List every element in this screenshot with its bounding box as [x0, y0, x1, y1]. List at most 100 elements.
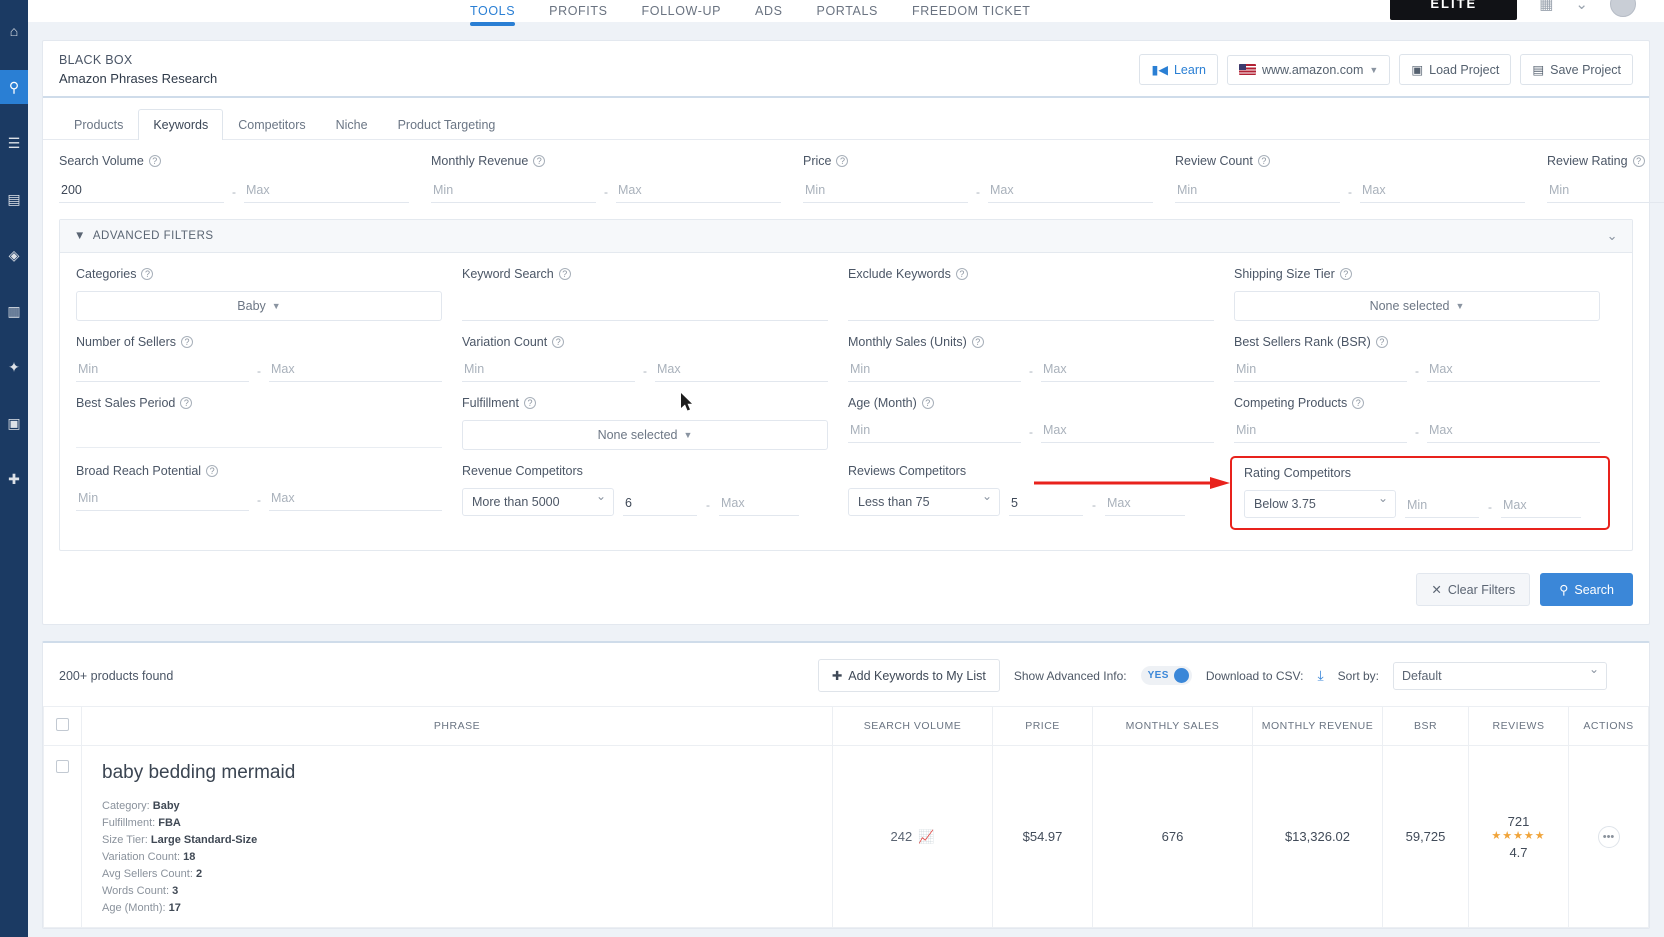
save-project-button[interactable]: ▤ Save Project [1520, 54, 1633, 85]
top-nav-item-profits[interactable]: PROFITS [549, 4, 607, 22]
price-max-input[interactable] [988, 180, 1153, 203]
help-icon[interactable]: ? [922, 397, 934, 409]
number-of-sellers-min-input[interactable] [76, 359, 249, 382]
reviews-competitors-max-input[interactable] [1105, 493, 1185, 516]
monthly-revenue-max-input[interactable] [616, 180, 781, 203]
help-icon[interactable]: ? [1376, 336, 1388, 348]
review-count-max-input[interactable] [1360, 180, 1525, 203]
marketplace-selector[interactable]: www.amazon.com ▼ [1227, 55, 1390, 85]
sidebar-item-chart[interactable]: ▥ [0, 294, 28, 328]
learn-button[interactable]: ▮◀ Learn [1139, 54, 1217, 85]
column-monthly-revenue[interactable]: MONTHLY REVENUE [1253, 707, 1383, 746]
help-icon[interactable]: ? [956, 268, 968, 280]
revenue-competitors-min-input[interactable] [623, 493, 697, 516]
rating-competitors-min-input[interactable] [1405, 495, 1479, 518]
avatar[interactable] [1610, 0, 1636, 17]
price-min-input[interactable] [803, 180, 968, 203]
phrase-title[interactable]: baby bedding mermaid [102, 762, 824, 784]
column-search-volume[interactable]: SEARCH VOLUME [833, 707, 993, 746]
search-volume-max-input[interactable] [244, 180, 409, 203]
bell-icon[interactable]: ⌄ [1575, 0, 1588, 13]
competing-products-min-input[interactable] [1234, 420, 1407, 443]
help-icon[interactable]: ? [206, 465, 218, 477]
revenue-competitors-max-input[interactable] [719, 493, 799, 516]
sidebar-item-list[interactable]: ☰ [0, 126, 28, 160]
top-nav-item-portals[interactable]: PORTALS [817, 4, 878, 22]
review-count-min-input[interactable] [1175, 180, 1340, 203]
sidebar-item-tag[interactable]: ◈ [0, 238, 28, 272]
help-icon[interactable]: ? [533, 155, 545, 167]
variation-count-max-input[interactable] [655, 359, 828, 382]
monthly-sales-max-input[interactable] [1041, 359, 1214, 382]
tab-keywords[interactable]: Keywords [138, 109, 223, 140]
grid-icon[interactable]: ▦ [1539, 0, 1553, 13]
reviews-competitors-select[interactable]: Less than 75 [848, 488, 1000, 516]
revenue-competitors-select[interactable]: More than 5000 [462, 488, 614, 516]
help-icon[interactable]: ? [1340, 268, 1352, 280]
variation-count-min-input[interactable] [462, 359, 635, 382]
bsr-max-input[interactable] [1427, 359, 1600, 382]
help-icon[interactable]: ? [1633, 155, 1645, 167]
trend-chart-icon[interactable]: 📈 [918, 829, 934, 845]
tab-products[interactable]: Products [59, 109, 138, 140]
help-icon[interactable]: ? [181, 336, 193, 348]
sidebar-item-clipboard[interactable]: ▤ [0, 182, 28, 216]
bsr-min-input[interactable] [1234, 359, 1407, 382]
number-of-sellers-max-input[interactable] [269, 359, 442, 382]
tab-product-targeting[interactable]: Product Targeting [383, 109, 511, 140]
row-menu-icon[interactable]: ••• [1598, 826, 1620, 848]
exclude-keywords-input[interactable] [848, 291, 1214, 321]
age-month-min-input[interactable] [848, 420, 1021, 443]
column-price[interactable]: PRICE [993, 707, 1093, 746]
top-nav-item-followup[interactable]: FOLLOW-UP [642, 4, 722, 22]
rating-competitors-select[interactable]: Below 3.75 [1244, 490, 1396, 518]
sidebar-item-tools[interactable]: ✚ [0, 462, 28, 496]
sort-by-select[interactable]: Default [1393, 662, 1607, 690]
tab-niche[interactable]: Niche [321, 109, 383, 140]
load-project-button[interactable]: ▣ Load Project [1399, 54, 1511, 85]
top-nav-item-tools[interactable]: TOOLS [470, 4, 515, 22]
fulfillment-select[interactable]: None selected ▼ [462, 420, 828, 450]
tab-competitors[interactable]: Competitors [223, 109, 320, 140]
search-volume-min-input[interactable] [59, 180, 224, 203]
chevron-down-icon[interactable]: ⌄ [1607, 228, 1618, 244]
categories-select[interactable]: Baby ▼ [76, 291, 442, 321]
column-bsr[interactable]: BSR [1383, 707, 1469, 746]
help-icon[interactable]: ? [552, 336, 564, 348]
keyword-search-input[interactable] [462, 291, 828, 321]
reviews-competitors-min-input[interactable] [1009, 493, 1083, 516]
help-icon[interactable]: ? [1258, 155, 1270, 167]
rating-competitors-max-input[interactable] [1501, 495, 1581, 518]
shipping-size-tier-select[interactable]: None selected ▼ [1234, 291, 1600, 321]
sidebar-item-search[interactable]: ⚲ [0, 70, 28, 104]
competing-products-max-input[interactable] [1427, 420, 1600, 443]
sidebar-item-home[interactable]: ⌂ [0, 14, 28, 48]
monthly-sales-min-input[interactable] [848, 359, 1021, 382]
help-icon[interactable]: ? [141, 268, 153, 280]
top-nav-item-freedom-ticket[interactable]: FREEDOM TICKET [912, 4, 1031, 22]
monthly-revenue-min-input[interactable] [431, 180, 596, 203]
broad-reach-min-input[interactable] [76, 488, 249, 511]
elite-badge[interactable]: ELITE [1390, 0, 1517, 20]
best-sales-period-input[interactable] [76, 420, 442, 448]
sidebar-item-document[interactable]: ▣ [0, 406, 28, 440]
help-icon[interactable]: ? [1352, 397, 1364, 409]
help-icon[interactable]: ? [524, 397, 536, 409]
add-keywords-button[interactable]: ✚ Add Keywords to My List [818, 659, 1000, 692]
column-monthly-sales[interactable]: MONTHLY SALES [1093, 707, 1253, 746]
top-nav-item-ads[interactable]: ADS [755, 4, 783, 22]
row-checkbox[interactable] [56, 760, 69, 773]
help-icon[interactable]: ? [559, 268, 571, 280]
help-icon[interactable]: ? [972, 336, 984, 348]
column-phrase[interactable]: PHRASE [82, 707, 833, 746]
clear-filters-button[interactable]: ✕ Clear Filters [1416, 573, 1530, 606]
advanced-filters-header[interactable]: ▼ ADVANCED FILTERS ⌄ [60, 220, 1632, 253]
select-all-checkbox[interactable] [56, 718, 69, 731]
broad-reach-max-input[interactable] [269, 488, 442, 511]
help-icon[interactable]: ? [836, 155, 848, 167]
help-icon[interactable]: ? [180, 397, 192, 409]
show-advanced-info-toggle[interactable]: YES [1141, 666, 1192, 685]
review-rating-min-input[interactable] [1547, 180, 1664, 203]
search-button[interactable]: ⚲ Search [1540, 573, 1633, 606]
age-month-max-input[interactable] [1041, 420, 1214, 443]
